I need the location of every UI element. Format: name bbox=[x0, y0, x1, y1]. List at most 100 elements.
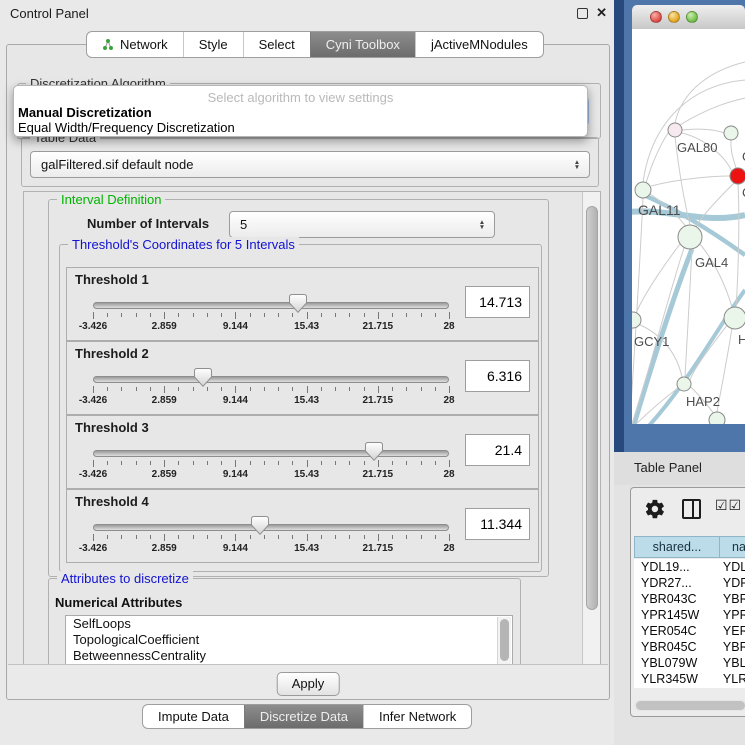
close-traffic-light-icon[interactable] bbox=[650, 11, 662, 23]
slider-track[interactable] bbox=[93, 376, 449, 383]
network-edge[interactable] bbox=[680, 98, 745, 125]
cell-name: YER0 bbox=[723, 623, 745, 639]
column-header-shared[interactable]: shared... bbox=[634, 536, 720, 558]
cell-shared-name: YBR043C bbox=[634, 591, 723, 607]
table-row[interactable]: YPR145WYPR1 bbox=[634, 607, 745, 623]
table-body[interactable]: YDL19...YDL1YDR27...YDR2YBR043CYBR0YPR14… bbox=[634, 559, 745, 688]
column-header-name[interactable]: na bbox=[720, 536, 745, 558]
zoom-traffic-light-icon[interactable] bbox=[686, 11, 698, 23]
settings-scrollbar-thumb[interactable] bbox=[586, 206, 598, 610]
network-node[interactable] bbox=[632, 312, 641, 328]
table-row[interactable]: YIL052CYIL0 bbox=[634, 687, 745, 688]
threshold-label: Threshold 3 bbox=[75, 420, 149, 435]
network-edge[interactable] bbox=[731, 140, 736, 168]
slider-thumb-icon[interactable] bbox=[251, 516, 269, 535]
table-row[interactable]: YBL079WYBL0 bbox=[634, 655, 745, 671]
table-row[interactable]: YDL19...YDL1 bbox=[634, 559, 745, 575]
attributes-group-title: Attributes to discretize bbox=[57, 571, 193, 586]
attribute-list-item[interactable]: SelfLoops bbox=[66, 616, 512, 632]
slider-thumb-icon[interactable] bbox=[365, 442, 383, 461]
algorithm-option-equal-width[interactable]: Equal Width/Frequency Discretization bbox=[17, 120, 584, 135]
cell-name: YPR1 bbox=[723, 607, 745, 623]
threshold-slider[interactable]: -3.4262.8599.14415.4321.71528 bbox=[93, 292, 449, 336]
network-edge[interactable] bbox=[638, 324, 682, 377]
combo-stepper-icon bbox=[571, 152, 583, 177]
tab-infer-network[interactable]: Infer Network bbox=[363, 705, 471, 728]
network-edge[interactable] bbox=[646, 133, 668, 183]
close-window-button[interactable]: ✕ bbox=[596, 5, 607, 21]
tab-select[interactable]: Select bbox=[243, 32, 310, 57]
table-row[interactable]: YDR27...YDR2 bbox=[634, 575, 745, 591]
slider-ticks bbox=[93, 459, 449, 467]
network-node[interactable] bbox=[635, 182, 651, 198]
cell-shared-name: YBR045C bbox=[634, 639, 723, 655]
network-edge[interactable] bbox=[700, 244, 732, 307]
network-edge[interactable] bbox=[682, 129, 724, 133]
table-horizontal-scrollbar[interactable] bbox=[634, 700, 745, 711]
table-row[interactable]: YBR045CYBR0 bbox=[634, 639, 745, 655]
table-data-group: Table Data galFiltered.sif default node bbox=[21, 137, 599, 187]
threshold-value-field[interactable]: 14.713 bbox=[465, 286, 530, 318]
network-edge[interactable] bbox=[736, 184, 739, 307]
tab-impute-data[interactable]: Impute Data bbox=[143, 705, 244, 728]
cell-name: YDL1 bbox=[723, 559, 745, 575]
slider-thumb-icon[interactable] bbox=[289, 294, 307, 313]
table-row[interactable]: YLR345WYLR3 bbox=[634, 671, 745, 687]
network-edge[interactable] bbox=[651, 176, 730, 186]
threshold-slider[interactable]: -3.4262.8599.14415.4321.71528 bbox=[93, 514, 449, 558]
network-node[interactable] bbox=[724, 126, 738, 140]
checkbox-icons[interactable] bbox=[715, 497, 742, 514]
table-data-combobox[interactable]: galFiltered.sif default node bbox=[30, 151, 590, 178]
table-row[interactable]: YER054CYER0 bbox=[634, 623, 745, 639]
network-node[interactable] bbox=[730, 168, 745, 184]
tab-jactivemnodules[interactable]: jActiveMNodules bbox=[415, 32, 543, 57]
slider-track[interactable] bbox=[93, 524, 449, 531]
network-node[interactable] bbox=[678, 225, 702, 249]
network-edge[interactable] bbox=[675, 62, 745, 123]
threshold-value-field[interactable]: 21.4 bbox=[465, 434, 530, 466]
numerical-attributes-label: Numerical Attributes bbox=[55, 595, 182, 610]
table-row[interactable]: YBR043CYBR0 bbox=[634, 591, 745, 607]
threshold-label: Threshold 4 bbox=[75, 494, 149, 509]
float-window-button[interactable] bbox=[577, 8, 588, 19]
table-data-selected-value: galFiltered.sif default node bbox=[41, 157, 193, 172]
attributes-scrollbar-thumb[interactable] bbox=[500, 619, 509, 661]
threshold-value-field[interactable]: 11.344 bbox=[465, 508, 530, 540]
tab-discretize-data[interactable]: Discretize Data bbox=[244, 705, 363, 728]
network-node-label: GCY1 bbox=[634, 334, 669, 349]
threshold-slider[interactable]: -3.4262.8599.14415.4321.71528 bbox=[93, 366, 449, 410]
tab-cyni-toolbox[interactable]: Cyni Toolbox bbox=[310, 32, 415, 57]
slider-tick-labels: -3.4262.8599.14415.4321.71528 bbox=[93, 469, 449, 481]
network-canvas[interactable]: GAL80GCGAL11GAL4GCY1HHAP2 bbox=[632, 29, 745, 424]
tab-style[interactable]: Style bbox=[183, 32, 243, 57]
number-of-intervals-combobox[interactable]: 5 bbox=[229, 211, 495, 238]
numerical-attributes-list[interactable]: SelfLoopsTopologicalCoefficientBetweenne… bbox=[65, 615, 513, 666]
table-hscrollbar-thumb[interactable] bbox=[636, 701, 745, 710]
split-columns-icon[interactable] bbox=[682, 499, 701, 519]
slider-thumb-icon[interactable] bbox=[194, 368, 212, 387]
combo-stepper-icon bbox=[476, 212, 488, 237]
network-edge[interactable] bbox=[690, 324, 728, 380]
slider-track[interactable] bbox=[93, 450, 449, 457]
tab-network[interactable]: Network bbox=[87, 32, 183, 57]
cell-shared-name: YDR27... bbox=[634, 575, 723, 591]
algorithm-option-manual[interactable]: Manual Discretization bbox=[17, 105, 584, 120]
minimize-traffic-light-icon[interactable] bbox=[668, 11, 680, 23]
gear-icon[interactable] bbox=[644, 498, 666, 520]
network-node[interactable] bbox=[724, 307, 745, 329]
threshold-slider[interactable]: -3.4262.8599.14415.4321.71528 bbox=[93, 440, 449, 484]
apply-button[interactable]: Apply bbox=[277, 672, 340, 696]
network-edge[interactable] bbox=[632, 198, 643, 420]
network-node[interactable] bbox=[677, 377, 691, 391]
threshold-value-field[interactable]: 6.316 bbox=[465, 360, 530, 392]
tab-label: Network bbox=[120, 37, 168, 52]
slider-track[interactable] bbox=[93, 302, 449, 309]
network-node[interactable] bbox=[668, 123, 682, 137]
tab-label: Discretize Data bbox=[260, 709, 348, 724]
network-node[interactable] bbox=[709, 412, 725, 424]
attributes-list-scrollbar[interactable] bbox=[497, 617, 511, 666]
attribute-list-item[interactable]: BetweennessCentrality bbox=[66, 648, 512, 664]
attribute-list-item[interactable]: TopologicalCoefficient bbox=[66, 632, 512, 648]
algorithm-placeholder-option[interactable]: Select algorithm to view settings bbox=[14, 90, 587, 105]
settings-vertical-scrollbar[interactable] bbox=[582, 192, 600, 665]
